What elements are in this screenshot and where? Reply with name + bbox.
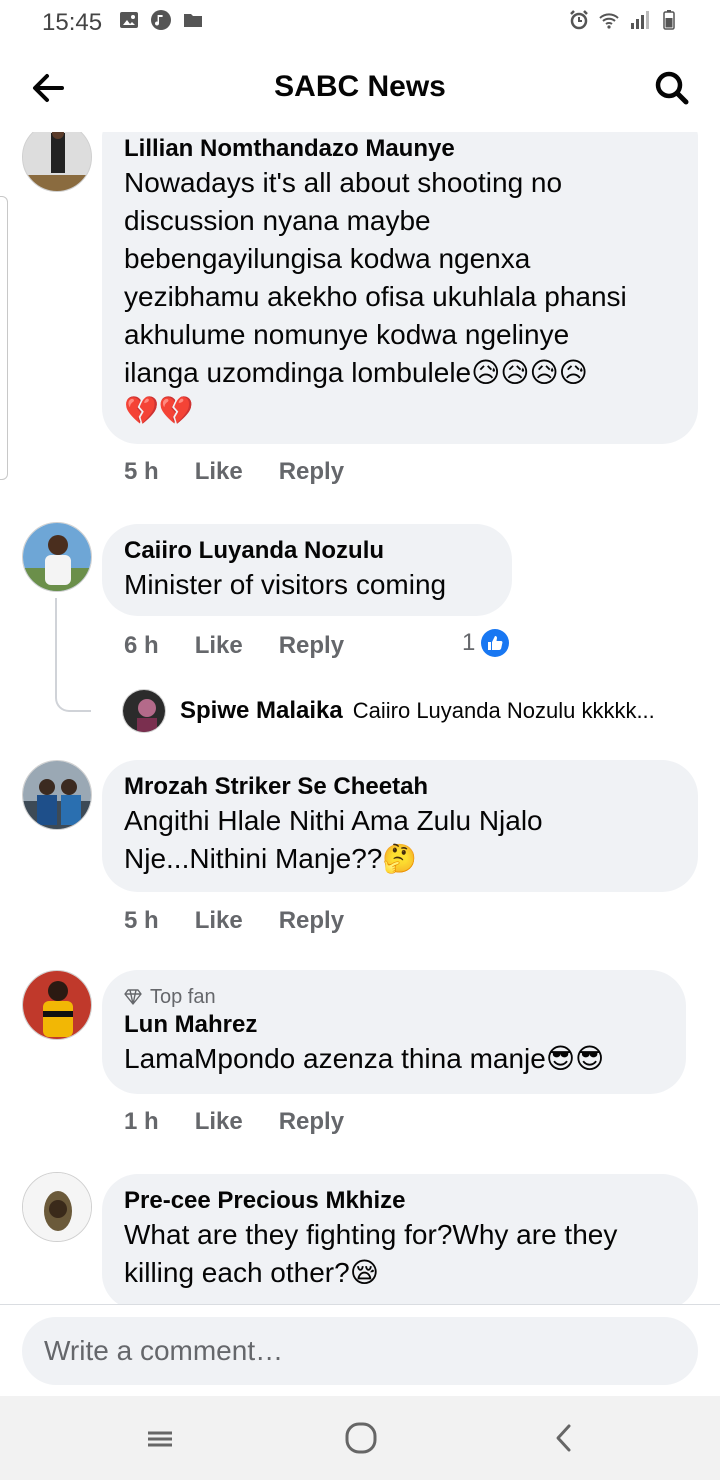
system-nav-bar [0, 1396, 720, 1480]
comment-text-line: killing each other?😪 [124, 1257, 379, 1288]
comment-composer [0, 1304, 720, 1396]
comment-bubble[interactable]: Lillian Nomthandazo Maunye Nowadays it's… [102, 132, 698, 444]
top-fan-badge[interactable]: Top fan [124, 984, 664, 1010]
top-bar: SABC News [0, 44, 720, 132]
avatar[interactable] [22, 760, 92, 830]
reply-preview[interactable]: Spiwe Malaika Caiiro Luyanda Nozulu kkkk… [122, 689, 655, 733]
battery-icon [663, 10, 675, 30]
person-photo-icon [23, 1173, 91, 1241]
comment-text-line: discussion nyana maybe [124, 205, 431, 236]
comment-bubble[interactable]: Top fan Lun Mahrez LamaMpondo azenza thi… [102, 970, 686, 1094]
comment-author[interactable]: Caiiro Luyanda Nozulu [124, 536, 490, 566]
reply-button[interactable]: Reply [279, 907, 344, 935]
comment-text-line: Nowadays it's all about shooting no [124, 167, 563, 198]
like-button[interactable]: Like [195, 1108, 243, 1136]
recent-apps-icon [148, 1431, 172, 1447]
comment-bubble[interactable]: Mrozah Striker Se Cheetah Angithi Hlale … [102, 760, 698, 892]
thread-line [55, 598, 91, 712]
comment-bubble[interactable]: Pre-cee Precious Mkhize What are they fi… [102, 1174, 698, 1304]
comment-time: 5 h [124, 458, 159, 485]
comment-time: 5 h [124, 907, 159, 934]
like-button[interactable]: Like [195, 907, 243, 935]
reply-author[interactable]: Spiwe Malaika [180, 697, 343, 725]
comment-text-line: What are they fighting for?Why are they [124, 1219, 618, 1250]
comment-author[interactable]: Mrozah Striker Se Cheetah [124, 772, 676, 802]
diamond-icon [124, 989, 142, 1005]
like-button[interactable]: Like [195, 632, 243, 660]
page-title: SABC News [274, 70, 446, 103]
comment-input[interactable] [22, 1317, 698, 1385]
comment-author[interactable]: Pre-cee Precious Mkhize [124, 1186, 676, 1216]
thumbs-up-icon [481, 629, 510, 657]
top-fan-label: Top fan [150, 985, 216, 1008]
person-photo-icon [23, 132, 91, 191]
avatar[interactable] [22, 522, 92, 592]
status-right-icons [568, 9, 680, 31]
reply-avatar[interactable] [122, 689, 166, 733]
comment-text-line: akhulume nomunye kodwa ngelinye [124, 319, 570, 350]
music-icon [151, 10, 171, 30]
comment-author[interactable]: Lillian Nomthandazo Maunye [124, 134, 676, 164]
reply-button[interactable]: Reply [279, 458, 344, 486]
like-button[interactable]: Like [195, 458, 243, 486]
signal-icon [631, 11, 649, 29]
search-icon [655, 71, 689, 105]
comment-time: 6 h [124, 632, 159, 659]
alarm-icon [570, 10, 588, 30]
comment-text-line: ilanga uzomdinga lombulele😥😥😥😥 [124, 357, 588, 388]
comment-author[interactable]: Lun Mahrez [124, 1010, 664, 1040]
comment-text-line: LamaMpondo azenza thina manje😎😎 [124, 1043, 605, 1074]
comment-text-line: Minister of visitors coming [124, 569, 447, 600]
avatar[interactable] [22, 1172, 92, 1242]
comment-actions: 6 h Like Reply [124, 632, 380, 660]
comment-text-line: yezibhamu akekho ofisa ukuhlala phansi [124, 281, 627, 312]
comment-actions: 5 h Like Reply [124, 907, 380, 935]
reaction-summary[interactable]: 1 [462, 629, 510, 657]
comment-bubble[interactable]: Caiiro Luyanda Nozulu Minister of visito… [102, 524, 512, 616]
search-button[interactable] [648, 64, 696, 112]
comment-text-line: 💔💔 [124, 395, 194, 426]
home-icon [345, 1422, 377, 1454]
avatar[interactable] [22, 132, 92, 192]
reply-text: Caiiro Luyanda Nozulu kkkkk... [352, 698, 655, 723]
reaction-count: 1 [462, 629, 476, 656]
comment-actions: 5 h Like Reply [124, 458, 380, 486]
comment-text-line: bebengayilungisa kodwa ngenxa [124, 243, 531, 274]
reply-button[interactable]: Reply [279, 1108, 344, 1136]
reply-button[interactable]: Reply [279, 632, 344, 660]
avatar[interactable] [22, 970, 92, 1040]
status-bar: 15:45 [0, 0, 720, 44]
wifi-icon [599, 13, 619, 29]
scroll-indicator [0, 196, 8, 480]
folder-icon [184, 14, 202, 27]
person-photo-icon [23, 971, 91, 1039]
person-photo-icon [123, 690, 165, 732]
comment-actions: 1 h Like Reply [124, 1108, 380, 1136]
nav-back-button[interactable] [544, 1418, 584, 1458]
comment-text-line: Angithi Hlale Nithi Ama Zulu Njalo [124, 805, 543, 836]
comment-time: 1 h [124, 1108, 159, 1135]
comments-list[interactable]: Lillian Nomthandazo Maunye Nowadays it's… [0, 132, 720, 1304]
status-left-icons [118, 9, 204, 31]
person-photo-icon [23, 761, 91, 829]
status-time: 15:45 [42, 9, 103, 36]
back-icon [556, 1424, 571, 1452]
comment-text-line: Nje...Nithini Manje??🤔 [124, 843, 418, 874]
image-icon [120, 12, 138, 28]
home-button[interactable] [341, 1418, 381, 1458]
person-photo-icon [23, 523, 91, 591]
recent-apps-button[interactable] [140, 1418, 180, 1458]
